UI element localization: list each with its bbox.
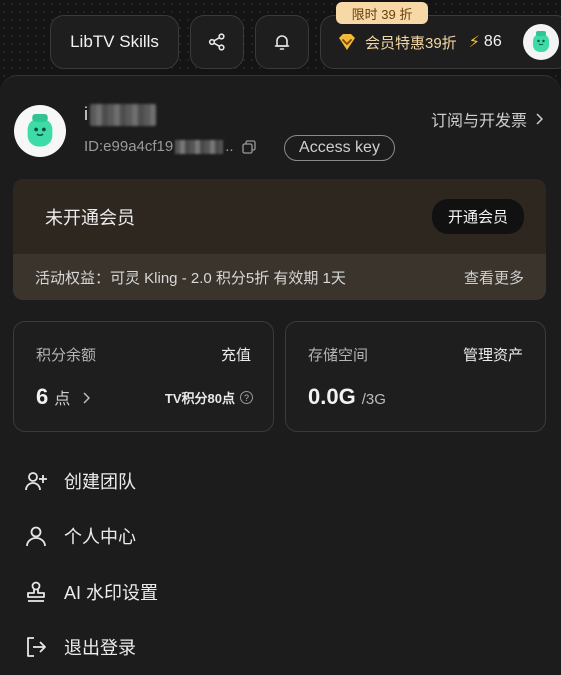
points-count: 86 [483,33,502,50]
menu-create-team[interactable]: 创建团队 [24,466,136,496]
menu-watermark-settings[interactable]: AI 水印设置 [24,577,158,607]
promo-badge: 限时 39 折 [336,2,428,24]
redacted-id [175,139,224,154]
help-icon[interactable]: ? [240,391,253,404]
redacted-username [90,104,156,127]
menu-logout[interactable]: 退出登录 [24,632,136,662]
share-button[interactable] [190,15,244,69]
membership-benefit: 活动权益：可灵 Kling - 2.0 积分5折 有效期 1天 [35,269,346,287]
view-more-link[interactable]: 查看更多 [464,267,524,288]
subscription-invoice-link[interactable]: 订阅与开发票 [431,107,543,131]
points-balance-label: 积分余额 [36,347,97,364]
membership-status: 未开通会员 [45,207,135,228]
member-offer-text: 会员特惠39折 [365,34,457,52]
logout-icon [27,637,46,657]
storage-card: 存储空间 管理资产 0.0G /3G [285,321,546,432]
chevron-right-icon [83,392,91,404]
tv-points: TV积分80点 ? [165,388,253,407]
lightning-icon: ⚡ [468,34,480,51]
points-balance-card: 积分余额 充值 6 点 TV积分80点 ? [13,321,274,432]
menu-personal-center[interactable]: 个人中心 [24,521,136,551]
manage-assets-button[interactable]: 管理资产 [463,344,523,365]
copy-icon[interactable] [241,139,256,154]
stamp-icon [27,581,45,602]
vip-diamond-icon [339,34,355,50]
user-icon [26,526,46,547]
recharge-button[interactable]: 充值 [221,344,251,365]
storage-usage: 0.0G /3G [308,384,386,409]
open-membership-button[interactable]: 开通会员 [431,199,524,234]
chevron-right-icon [536,113,543,125]
libtv-skills-button[interactable]: LibTV Skills [50,15,179,69]
share-icon [208,33,225,51]
bell-icon [274,35,290,50]
points-balance-value[interactable]: 6 点 [36,384,91,410]
username: i [84,104,156,127]
mascot-icon [27,114,53,147]
notifications-button[interactable] [255,15,309,69]
mascot-icon [533,31,549,52]
user-id: ID:e99a4cf19.. [84,138,256,155]
storage-label: 存储空间 [308,347,369,364]
avatar-button[interactable] [523,24,559,60]
profile-avatar[interactable] [14,105,66,157]
access-key-button[interactable]: Access key [284,135,395,161]
add-user-icon [25,472,47,491]
membership-card: 未开通会员 开通会员 活动权益：可灵 Kling - 2.0 积分5折 有效期 … [13,179,546,300]
